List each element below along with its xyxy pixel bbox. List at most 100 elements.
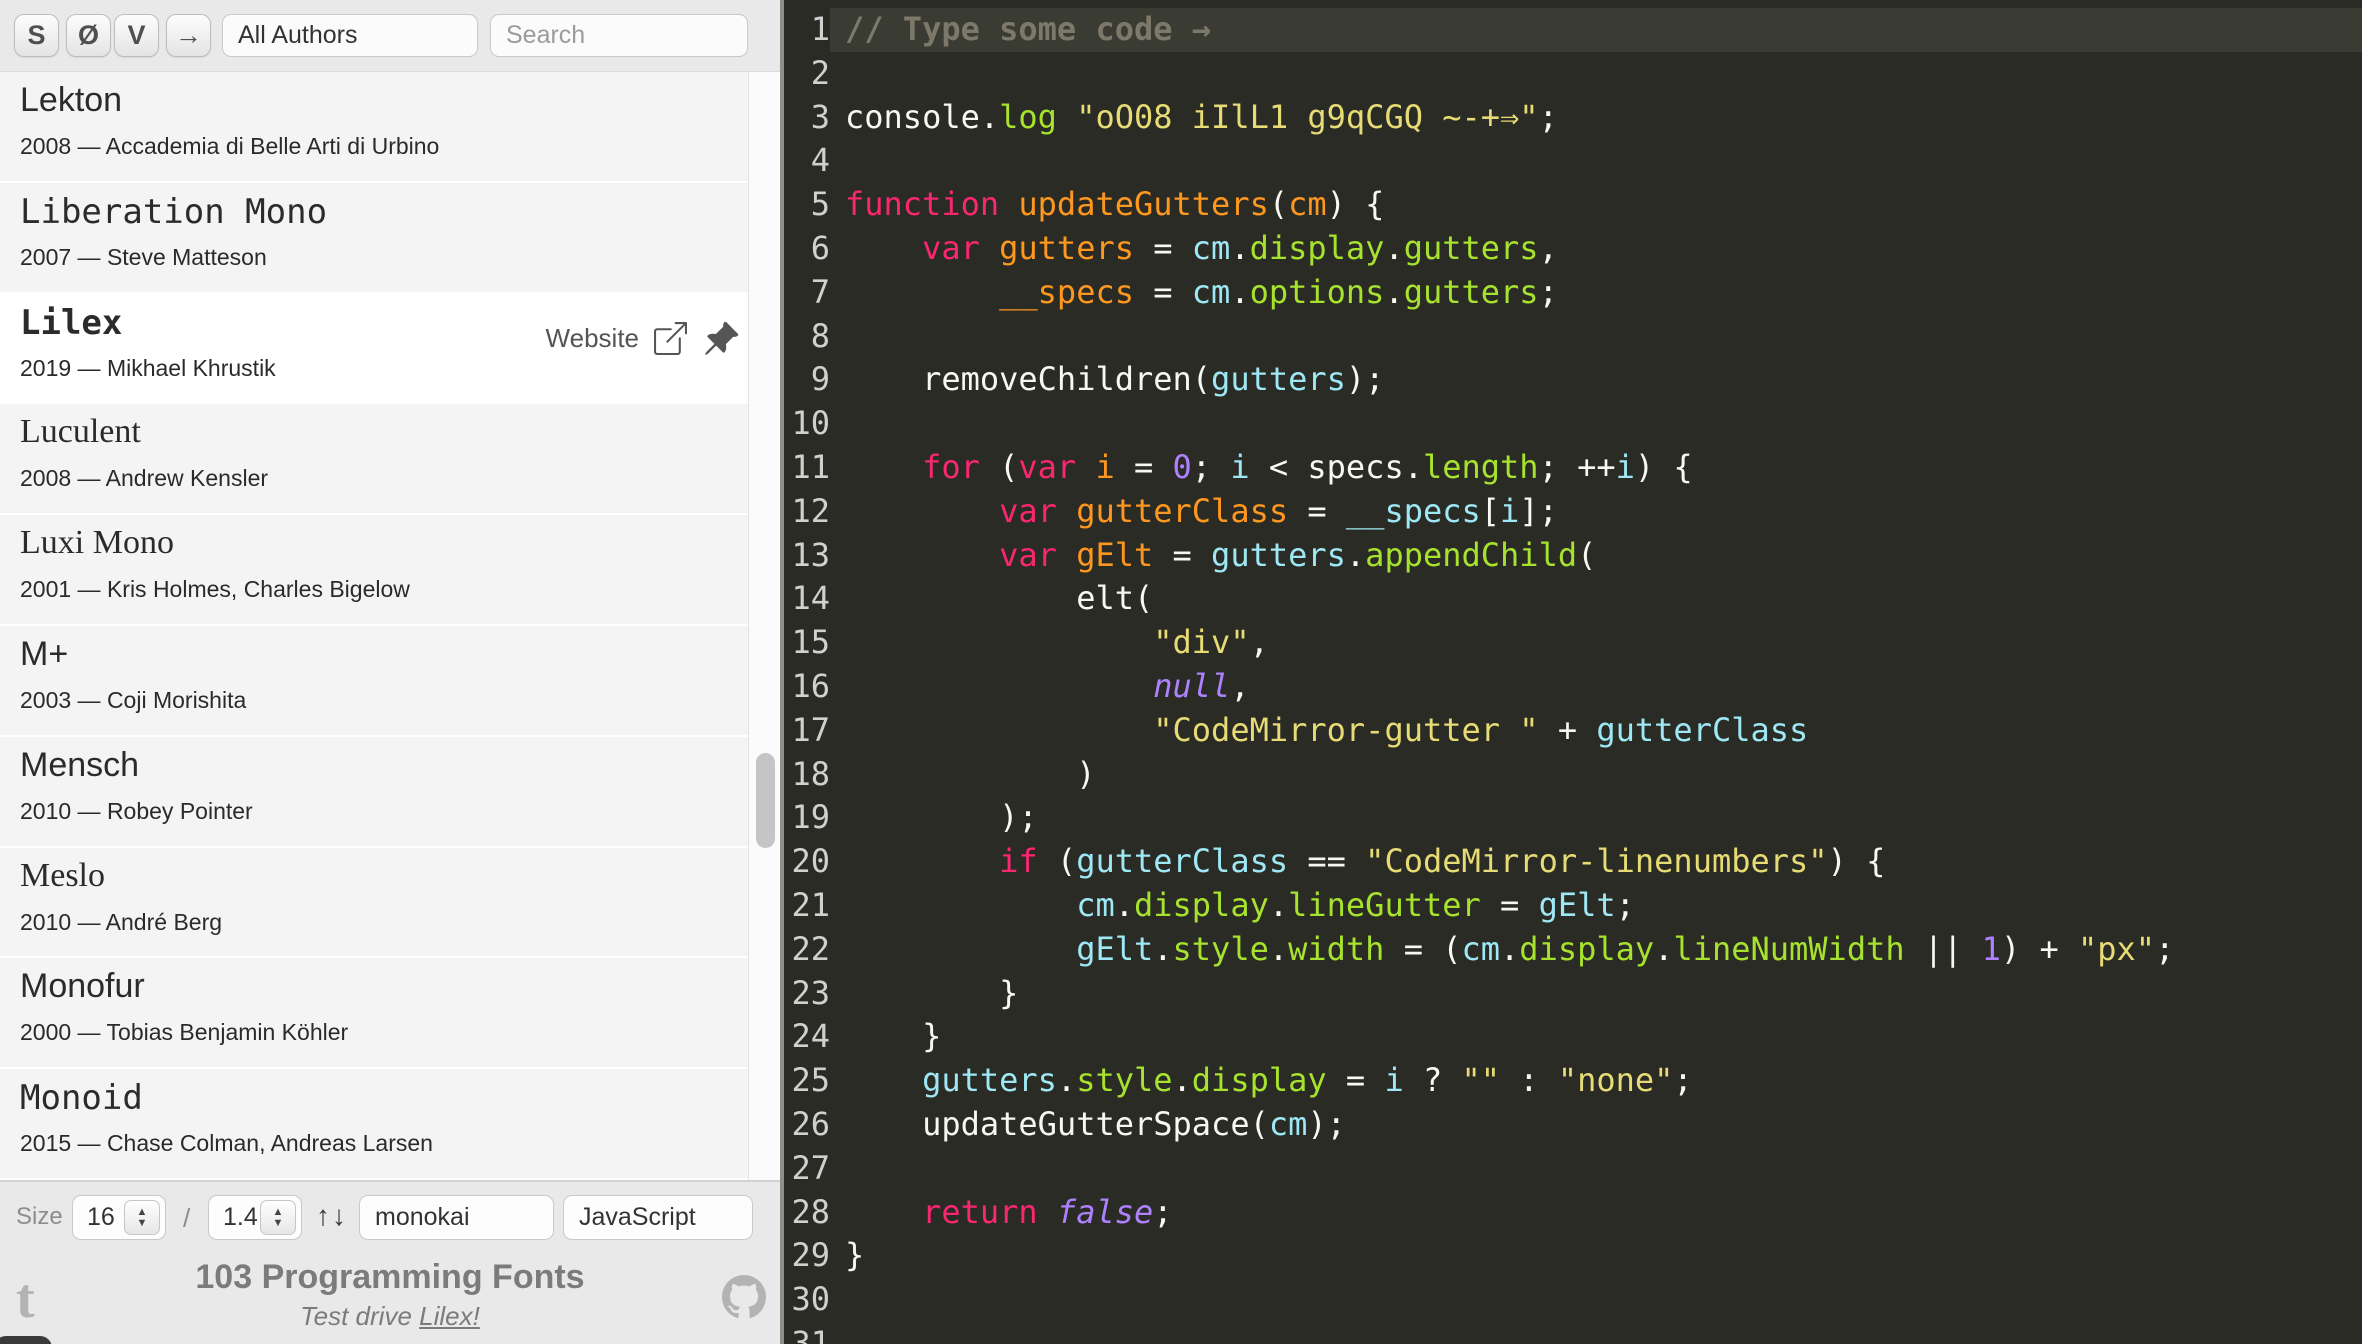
font-name: M+ bbox=[20, 634, 69, 673]
font-list-item[interactable]: Liberation Mono 2007 — Steve Matteson bbox=[0, 182, 748, 294]
font-size-stepper[interactable]: 16 ▲ ▼ bbox=[72, 1195, 166, 1240]
code-line: 19 ); bbox=[784, 796, 2362, 840]
line-number: 14 bbox=[791, 579, 830, 618]
code-line: 29} bbox=[784, 1234, 2362, 1278]
token-atom: null bbox=[1153, 666, 1231, 705]
token-plain: ; bbox=[2155, 929, 2175, 968]
code-line-content: cm.display.lineGutter = gElt; bbox=[830, 884, 2362, 928]
token-plain: ; bbox=[1191, 447, 1231, 486]
font-size-spinner[interactable]: ▲ ▼ bbox=[124, 1200, 160, 1235]
font-list-item[interactable]: Lekton 2008 — Accademia di Belle Arti di … bbox=[0, 72, 748, 183]
token-variable: removeChildren bbox=[922, 360, 1192, 399]
code-line-content bbox=[830, 315, 2362, 359]
serif-toggle-button[interactable]: S bbox=[14, 14, 59, 57]
font-list-item[interactable]: Luculent 2008 — Andrew Kensler bbox=[0, 404, 748, 516]
code-line: 20 if (gutterClass == "CodeMirror-linenu… bbox=[784, 840, 2362, 884]
token-plain: ); bbox=[845, 798, 1038, 837]
token-def: gutterClass bbox=[1076, 491, 1289, 530]
font-list-item[interactable]: Monofur 2000 — Tobias Benjamin Köhler bbox=[0, 958, 748, 1070]
token-plain: ; bbox=[1538, 97, 1558, 136]
token-var2: cm bbox=[1191, 228, 1231, 267]
token-plain: ( bbox=[1191, 360, 1212, 399]
token-plain: = bbox=[1326, 1061, 1385, 1100]
github-icon[interactable] bbox=[722, 1275, 766, 1324]
website-link[interactable]: Website bbox=[546, 323, 639, 354]
token-plain: ) bbox=[845, 754, 1096, 793]
token-plain: ( bbox=[1268, 185, 1289, 224]
line-number: 26 bbox=[791, 1104, 830, 1143]
font-name: Luxi Mono bbox=[20, 524, 174, 562]
font-list-item[interactable]: Luxi Mono 2001 — Kris Holmes, Charles Big… bbox=[0, 515, 748, 626]
token-property: log bbox=[999, 97, 1057, 136]
search-input[interactable]: Search bbox=[490, 14, 748, 57]
code-line-content: var gElt = gutters.appendChild( bbox=[830, 534, 2362, 578]
toolbar: S Ø V → All Authors Search bbox=[0, 0, 780, 72]
sidebar-scrollbar-thumb[interactable] bbox=[756, 753, 775, 848]
slashed-zero-toggle-button[interactable]: Ø bbox=[66, 14, 111, 57]
token-var2: gElt bbox=[1076, 929, 1154, 968]
author-filter-select[interactable]: All Authors bbox=[222, 14, 478, 57]
token-property: lineNumWidth bbox=[1673, 929, 1905, 968]
line-number: 4 bbox=[810, 141, 830, 180]
code-line-content: } bbox=[830, 972, 2362, 1016]
code-line-content bbox=[830, 1278, 2362, 1322]
line-number: 8 bbox=[810, 316, 830, 355]
font-name: Liberation Mono bbox=[20, 191, 328, 232]
font-meta: 2008 — Accademia di Belle Arti di Urbino bbox=[20, 133, 440, 159]
code-line: 15 "div", bbox=[784, 621, 2362, 665]
line-height-stepper[interactable]: 1.4 ▲ ▼ bbox=[208, 1195, 302, 1240]
tagline: Test drive Lilex! bbox=[0, 1301, 780, 1332]
pin-icon[interactable] bbox=[702, 320, 740, 358]
corner-blob bbox=[0, 1336, 52, 1344]
v-toggle-button[interactable]: V bbox=[114, 14, 159, 57]
token-variable: specs bbox=[1307, 447, 1404, 486]
font-list-item[interactable]: M+ 2003 — Coji Morishita bbox=[0, 625, 748, 737]
test-drive-link[interactable]: Lilex! bbox=[419, 1301, 480, 1331]
token-plain: . bbox=[1345, 535, 1366, 574]
code-line: 26 updateGutterSpace(cm); bbox=[784, 1103, 2362, 1147]
font-meta: 2003 — Coji Morishita bbox=[20, 686, 247, 713]
font-list-item[interactable]: Meslo 2010 — André Berg bbox=[0, 847, 748, 959]
code-editor[interactable]: 1// Type some code → 2 3 console.log "oO08 … bbox=[780, 0, 2362, 1344]
token-plain: == bbox=[1288, 842, 1366, 881]
font-meta: 2000 — Tobias Benjamin Köhler bbox=[20, 1019, 349, 1046]
font-list-item[interactable]: Monoid 2015 — Chase Colman, Andreas Larse… bbox=[0, 1069, 748, 1180]
cycle-up-down-icons[interactable]: ↑↓ bbox=[316, 1200, 348, 1232]
token-plain: ) + bbox=[2000, 929, 2078, 968]
ligature-toggle-button[interactable]: → bbox=[166, 14, 211, 57]
language-select[interactable]: JavaScript bbox=[563, 1195, 753, 1240]
font-name: Monofur bbox=[20, 967, 145, 1006]
line-number: 21 bbox=[791, 885, 830, 924]
line-number: 19 bbox=[791, 798, 830, 837]
token-plain: : bbox=[1500, 1061, 1558, 1100]
theme-select[interactable]: monokai bbox=[359, 1195, 554, 1240]
token-variable: updateGutterSpace bbox=[922, 1104, 1250, 1143]
tumblr-icon[interactable]: t bbox=[16, 1271, 35, 1327]
font-list-item[interactable]: Mensch 2010 — Robey Pointer bbox=[0, 736, 748, 848]
line-number: 15 bbox=[791, 623, 830, 662]
token-plain: ) { bbox=[1326, 185, 1385, 224]
line-height-spinner[interactable]: ▲ ▼ bbox=[260, 1200, 296, 1235]
token-property: width bbox=[1288, 929, 1385, 968]
footer: 103 Programming Fonts Test drive Lilex! … bbox=[0, 1253, 780, 1344]
font-name: Luculent bbox=[20, 413, 141, 451]
line-number: 13 bbox=[791, 535, 830, 574]
token-property: options bbox=[1249, 272, 1385, 311]
token-keyword: for bbox=[922, 447, 980, 486]
token-plain: ]; bbox=[1519, 491, 1558, 530]
token-plain: . bbox=[1654, 929, 1674, 968]
token-property: display bbox=[1133, 885, 1269, 924]
external-link-icon[interactable] bbox=[654, 322, 687, 356]
token-var2: gutters bbox=[1211, 360, 1346, 399]
token-plain: = bbox=[1133, 228, 1192, 267]
font-list-item[interactable]: Lilex 2019 — Mikhael Khrustik Website bbox=[0, 293, 748, 405]
code-line: 1 // Type some code → bbox=[784, 8, 2362, 52]
bottom-controls: Size 16 ▲ ▼ / 1.4 ▲ ▼ ↑↓ monokai JavaScrip… bbox=[0, 1180, 780, 1253]
